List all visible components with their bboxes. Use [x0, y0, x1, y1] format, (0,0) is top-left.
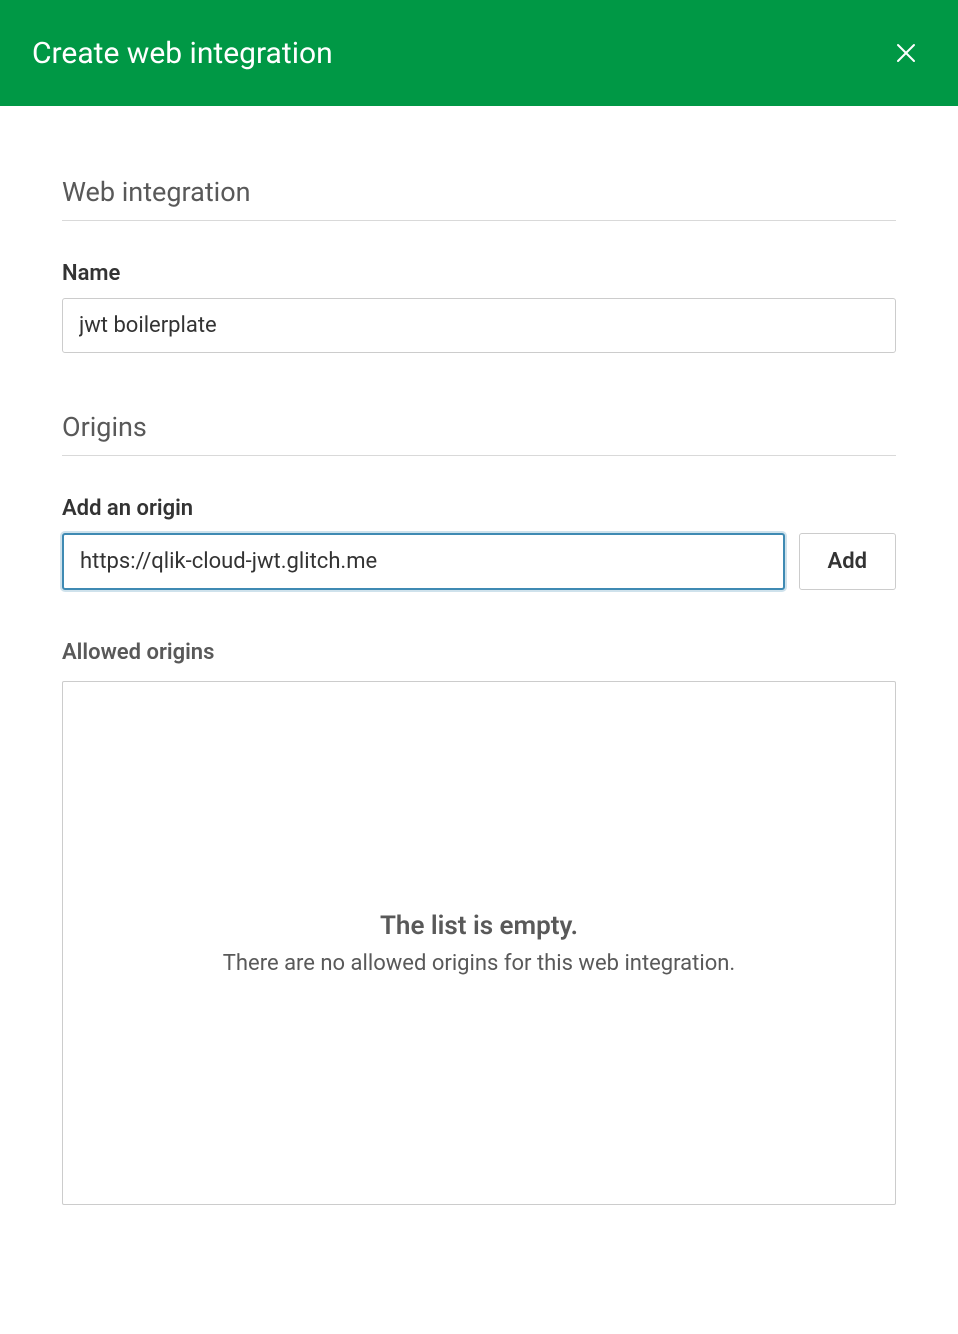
add-origin-row: Add [62, 533, 896, 590]
dialog-header: Create web integration [0, 0, 958, 106]
name-label: Name [62, 261, 896, 286]
add-origin-button[interactable]: Add [799, 533, 896, 590]
section-heading-web-integration: Web integration [62, 176, 896, 221]
empty-state-title: The list is empty. [380, 911, 578, 941]
name-input[interactable] [62, 298, 896, 353]
add-origin-label: Add an origin [62, 496, 896, 521]
allowed-origins-label: Allowed origins [62, 640, 896, 665]
dialog-title: Create web integration [32, 36, 333, 71]
empty-state-subtitle: There are no allowed origins for this we… [223, 951, 735, 976]
name-field-group: Name [62, 261, 896, 353]
dialog-content: Web integration Name Origins Add an orig… [0, 106, 958, 1245]
section-heading-origins: Origins [62, 411, 896, 456]
close-button[interactable] [886, 33, 926, 73]
close-icon [894, 41, 918, 65]
allowed-origins-box: The list is empty. There are no allowed … [62, 681, 896, 1205]
add-origin-input[interactable] [62, 533, 785, 590]
